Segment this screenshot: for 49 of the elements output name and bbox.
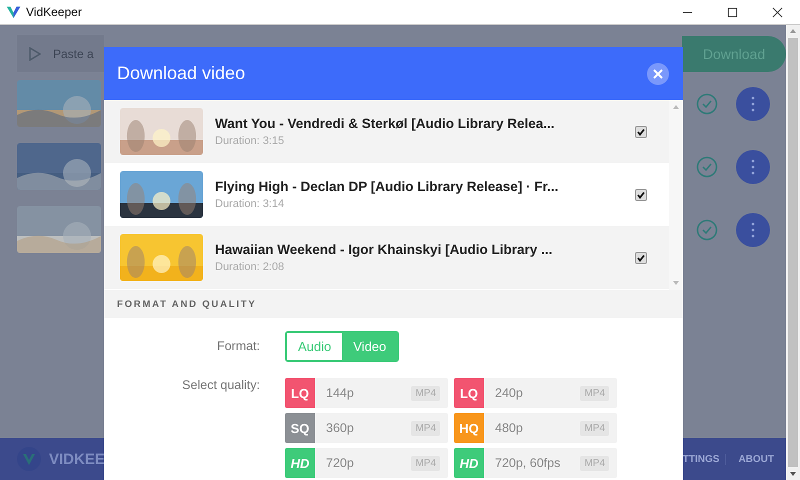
quality-badge: SQ <box>285 413 315 443</box>
checkbox[interactable] <box>635 252 647 264</box>
resolution: 240p <box>494 386 524 400</box>
window-title: VidKeeper <box>26 5 82 19</box>
resolution: 480p <box>494 421 524 435</box>
video-duration: Duration: 3:14 <box>215 198 286 210</box>
quality-badge: HD <box>285 448 315 478</box>
container-tag: MP4 <box>580 456 609 470</box>
dialog-title: Download video <box>117 63 246 84</box>
video-title: Hawaiian Weekend - Igor Khainskyi [Audio Library ... <box>215 242 554 257</box>
logo-icon <box>17 447 41 471</box>
container-tag: MP4 <box>580 386 609 400</box>
quality-option[interactable]: HD 720p, 60fps MP4 <box>454 448 617 478</box>
logo-icon <box>6 5 21 19</box>
close-icon[interactable] <box>772 6 783 18</box>
scroll-down-icon[interactable] <box>789 471 797 477</box>
video-duration: Duration: 2:08 <box>215 261 286 273</box>
nav-link[interactable]: TTINGS <box>682 454 726 464</box>
quality-badge: HQ <box>454 413 484 443</box>
container-tag: MP4 <box>411 386 440 400</box>
quality-option[interactable]: LQ 144p MP4 <box>285 378 448 408</box>
resolution: 720p, 60fps <box>494 456 562 470</box>
video-title: Want You - Vendredi & Sterkøl [Audio Library Relea... <box>215 116 556 131</box>
checkbox[interactable] <box>635 188 647 200</box>
quality-label: Select quality: <box>182 378 260 392</box>
quality-option[interactable]: SQ 360p MP4 <box>285 413 448 443</box>
format-label: Format: <box>216 339 260 353</box>
scroll-up-icon[interactable] <box>789 28 797 34</box>
quality-option[interactable]: LQ 240p MP4 <box>454 378 617 408</box>
quality-badge: LQ <box>285 378 315 408</box>
quality-badge: LQ <box>454 378 484 408</box>
section-title: FORMAT AND QUALITY <box>117 298 257 310</box>
container-tag: MP4 <box>411 456 440 470</box>
quality-badge: HD <box>454 448 484 478</box>
brand-name: VIDKEE <box>49 450 105 468</box>
quality-option[interactable]: HD 720p MP4 <box>285 448 448 478</box>
checkbox[interactable] <box>635 126 647 138</box>
resolution: 360p <box>325 421 355 435</box>
resolution: 144p <box>325 386 355 400</box>
scrollbar[interactable] <box>786 25 800 480</box>
resolution: 720p <box>325 456 355 470</box>
maximize-icon[interactable] <box>727 6 738 18</box>
container-tag: MP4 <box>411 420 440 436</box>
container-tag: MP4 <box>580 420 609 436</box>
play-icon <box>29 46 41 60</box>
format-option[interactable]: Video <box>342 333 398 360</box>
quality-option[interactable]: HQ 480p MP4 <box>454 413 617 443</box>
video-duration: Duration: 3:15 <box>215 135 286 147</box>
video-title: Flying High - Declan DP [Audio Library Release] · Fr... <box>215 179 560 194</box>
